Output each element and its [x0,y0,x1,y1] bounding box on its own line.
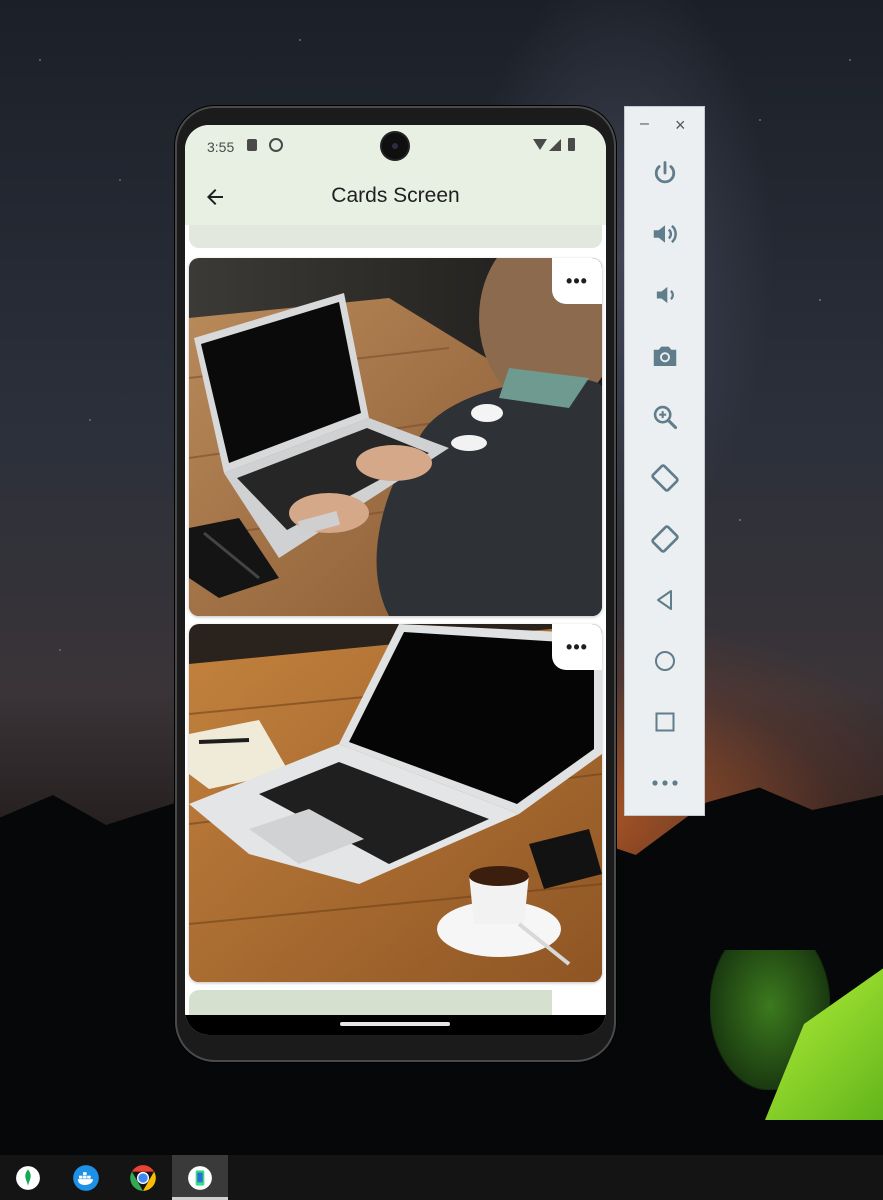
status-bar: 3:55 [185,125,606,169]
overview-square-icon [655,712,675,732]
card-partial [189,990,602,1015]
taskbar-app-mongodb[interactable] [0,1155,56,1200]
android-emulator-icon [188,1165,212,1190]
camera-icon [653,346,677,366]
laptop-typing-photo [189,258,602,616]
volume-down-icon [656,286,674,304]
volume-up-icon [653,224,677,244]
close-button[interactable]: × [675,115,686,136]
card-more-button[interactable] [552,990,602,1015]
screenshot-button[interactable] [645,336,685,376]
image-card[interactable]: ••• [189,258,602,616]
minimize-button[interactable]: – [640,115,649,133]
taskbar-app-android-emulator[interactable] [172,1155,228,1200]
battery-icon [568,138,575,151]
card-more-button[interactable]: ••• [552,624,602,670]
home-button[interactable] [645,641,685,681]
docker-icon [73,1164,99,1191]
top-app-bar: Cards Screen [185,169,606,225]
power-button[interactable] [645,153,685,193]
more-icon: ••• [566,637,588,657]
front-camera [382,133,408,159]
taskbar [0,1155,883,1200]
home-circle-icon [655,651,675,671]
back-triangle-icon [657,590,672,610]
device-screen: 3:55 Cards Screen ••• ••• [185,125,606,1035]
volume-up-button[interactable] [645,214,685,254]
sync-icon [269,138,283,152]
signal-icon [549,139,561,151]
nav-handle[interactable] [340,1022,450,1026]
taskbar-app-chrome[interactable] [115,1155,171,1200]
volume-down-button[interactable] [645,275,685,315]
overview-button[interactable] [645,702,685,742]
laptop-coffee-photo [189,624,602,982]
more-icon: ••• [566,271,588,291]
cards-list[interactable]: ••• ••• [185,225,606,1015]
status-time: 3:55 [207,139,235,155]
more-horiz-icon [652,780,678,786]
wifi-icon [533,139,547,150]
sd-card-icon [247,139,257,151]
page-title: Cards Screen [331,184,460,207]
mongodb-icon [16,1165,40,1190]
rotate-right-icon [651,525,679,553]
image-card[interactable]: ••• [189,624,602,982]
rotate-left-icon [651,464,679,492]
chrome-icon [130,1164,156,1191]
gesture-nav-bar [185,1015,606,1035]
taskbar-app-docker[interactable] [58,1155,114,1200]
zoom-button[interactable] [645,397,685,437]
emulator-toolbar: – × [624,106,705,816]
power-icon [654,161,676,184]
card-partial [189,225,602,248]
rotate-left-button[interactable] [645,458,685,498]
more-options-button[interactable] [645,763,685,803]
card-more-button[interactable]: ••• [552,258,602,304]
rotate-right-button[interactable] [645,519,685,559]
zoom-icon [653,405,678,430]
back-button[interactable] [645,580,685,620]
